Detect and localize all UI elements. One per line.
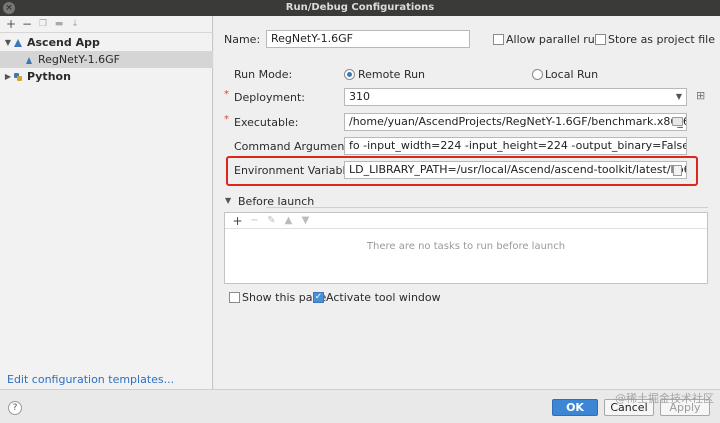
env-label: Environment Variables: [234, 164, 362, 177]
minus-icon[interactable]: − [246, 215, 263, 226]
show-page-checkbox[interactable] [229, 292, 240, 303]
name-input[interactable]: RegNetY-1.6GF [266, 30, 470, 48]
executable-input[interactable]: /home/yuan/AscendProjects/RegNetY-1.6GF/… [344, 113, 687, 131]
config-icon [26, 56, 32, 64]
args-label: Command Arguments: [234, 140, 359, 153]
tree-item-label: Python [27, 70, 71, 83]
edit-env-icon[interactable] [673, 165, 682, 176]
chevron-down-icon: ▼ [675, 92, 682, 101]
ascend-app-icon [14, 38, 22, 47]
title-bar: × Run/Debug Configurations [0, 0, 720, 16]
tree-item-regnety[interactable]: RegNetY-1.6GF [0, 51, 213, 68]
allow-parallel-label: Allow parallel run [506, 33, 602, 46]
env-value: LD_LIBRARY_PATH=/usr/local/Ascend/ascend… [349, 163, 686, 176]
deployment-label: Deployment: [234, 91, 305, 104]
run-mode-label: Run Mode: [234, 68, 293, 81]
activate-tool-checkbox[interactable]: ✓ [313, 292, 324, 303]
local-run-label: Local Run [545, 68, 599, 81]
folder-icon[interactable] [672, 117, 683, 126]
arrow-down-icon[interactable]: ▼ [297, 215, 314, 226]
store-project-checkbox[interactable] [595, 34, 606, 45]
configuration-form: Name: RegNetY-1.6GF Allow parallel run S… [214, 16, 720, 389]
allow-parallel-checkbox[interactable] [493, 34, 504, 45]
executable-value: /home/yuan/AscendProjects/RegNetY-1.6GF/… [349, 115, 687, 128]
deployment-select[interactable]: 310 ▼ [344, 88, 687, 106]
empty-tasks-text: There are no tasks to run before launch [366, 241, 566, 252]
window-title: Run/Debug Configurations [285, 2, 435, 13]
local-run-radio[interactable] [532, 69, 543, 80]
tree-item-python[interactable]: ▶ Python [0, 68, 213, 85]
deployment-value: 310 [349, 90, 370, 103]
plus-icon[interactable]: + [3, 17, 19, 31]
chevron-right-icon[interactable]: ▶ [3, 72, 13, 81]
help-icon[interactable]: ? [8, 401, 22, 415]
tasks-toolbar: + − ✎ ▲ ▼ [225, 213, 707, 229]
divider [266, 207, 708, 208]
pencil-icon[interactable]: ✎ [263, 215, 280, 226]
sort-icon[interactable]: ↓ [67, 17, 83, 31]
edit-templates-link[interactable]: Edit configuration templates... [7, 373, 174, 386]
tree-item-ascend-app[interactable]: ▼ Ascend App [0, 34, 213, 51]
store-project-label: Store as project file [608, 33, 715, 46]
watermark: @稀土掘金技术社区 [615, 392, 714, 405]
args-input[interactable]: fo -input_width=224 -input_height=224 -o… [344, 137, 687, 155]
required-mark: * [224, 89, 229, 100]
configurations-sidebar: + − ❐ ▬ ↓ ▼ Ascend App RegNetY-1.6GF ▶ P… [0, 16, 213, 389]
minus-icon[interactable]: − [19, 17, 35, 31]
sidebar-toolbar: + − ❐ ▬ ↓ [0, 16, 213, 33]
required-mark: * [224, 114, 229, 125]
close-icon[interactable]: × [3, 2, 15, 14]
remote-run-radio[interactable] [344, 69, 355, 80]
tree-item-label: Ascend App [27, 36, 100, 49]
plus-icon[interactable]: + [229, 214, 246, 228]
folder-icon[interactable]: ▬ [51, 17, 67, 31]
activate-tool-label: Activate tool window [326, 291, 441, 304]
chevron-down-icon[interactable]: ▼ [225, 196, 231, 205]
name-label: Name: [224, 33, 261, 46]
python-icon [14, 72, 22, 81]
remote-run-label: Remote Run [358, 68, 426, 81]
tree-item-label: RegNetY-1.6GF [38, 53, 120, 66]
chevron-down-icon[interactable]: ▼ [3, 38, 13, 47]
ok-button[interactable]: OK [552, 399, 598, 416]
executable-label: Executable: [234, 116, 299, 129]
env-input[interactable]: LD_LIBRARY_PATH=/usr/local/Ascend/ascend… [344, 161, 687, 179]
expand-icon[interactable]: ⊞ [696, 89, 705, 102]
copy-icon[interactable]: ❐ [35, 17, 51, 31]
before-launch-tasks: + − ✎ ▲ ▼ There are no tasks to run befo… [224, 212, 708, 284]
button-bar: ? OK Cancel Apply @稀土掘金技术社区 [0, 389, 720, 423]
arrow-up-icon[interactable]: ▲ [280, 215, 297, 226]
